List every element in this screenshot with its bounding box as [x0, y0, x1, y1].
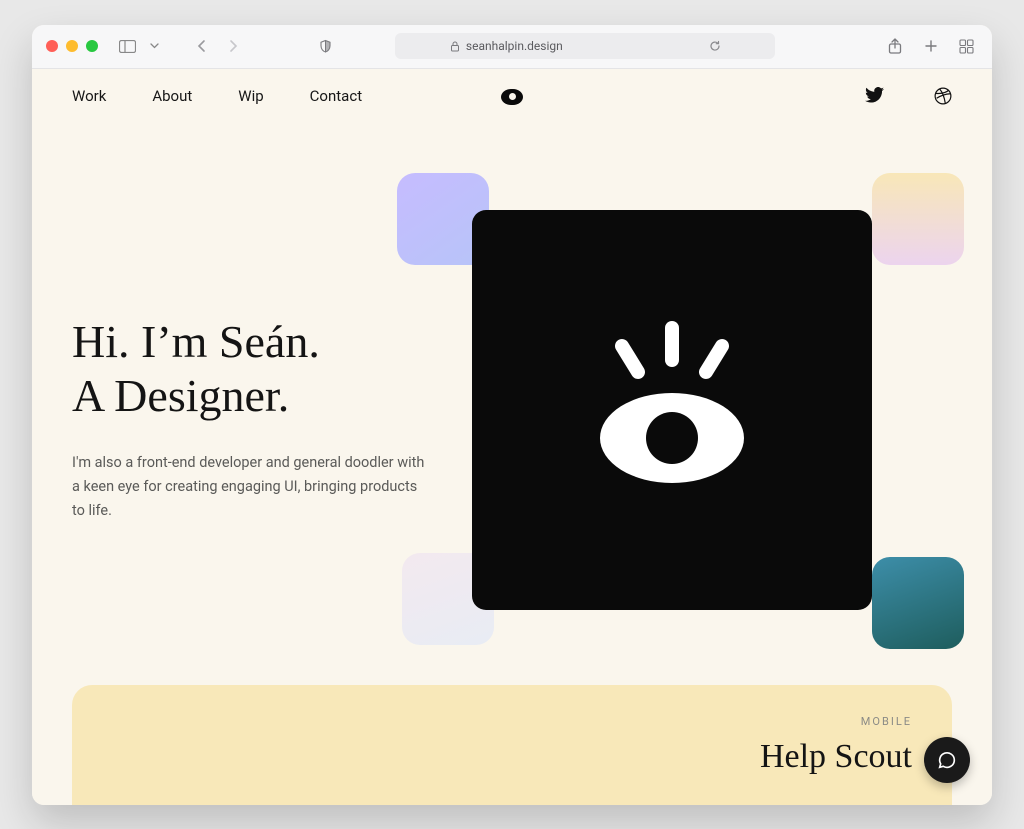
privacy-report-icon[interactable]	[314, 35, 336, 57]
hero-title-line-1: Hi. I’m Seán.	[72, 316, 320, 367]
new-tab-icon[interactable]	[920, 35, 942, 57]
url-text: seanhalpin.design	[466, 39, 563, 53]
tab-overview-icon[interactable]	[956, 35, 978, 57]
eye-illustration-icon	[562, 310, 782, 510]
page-content: Work About Wip Contact Hi. I’m Seán. A D…	[32, 69, 992, 805]
hero-feature-card	[472, 210, 872, 610]
browser-toolbar: seanhalpin.design	[32, 25, 992, 69]
sidebar-toggle-icon[interactable]	[116, 35, 138, 57]
back-button[interactable]	[190, 35, 212, 57]
twitter-icon[interactable]	[865, 87, 884, 105]
chat-icon	[936, 749, 958, 771]
refresh-icon[interactable]	[709, 40, 721, 52]
decor-blob-teal	[872, 557, 964, 649]
nav-link-work[interactable]: Work	[72, 87, 106, 105]
project-tag: MOBILE	[112, 715, 912, 728]
nav-link-contact[interactable]: Contact	[310, 87, 362, 105]
hero-section: Hi. I’m Seán. A Designer. I'm also a fro…	[32, 105, 992, 665]
nav-link-wip[interactable]: Wip	[238, 87, 263, 105]
address-bar[interactable]: seanhalpin.design	[395, 33, 775, 59]
project-title: Help Scout	[112, 738, 912, 776]
logo-eye-icon[interactable]	[501, 89, 523, 105]
window-controls	[46, 40, 98, 52]
hero-title-line-2: A Designer.	[72, 370, 289, 421]
browser-window: seanhalpin.design Work About Wip Contact	[32, 25, 992, 805]
site-nav: Work About Wip Contact	[32, 69, 992, 105]
lock-icon	[450, 41, 460, 52]
chevron-down-icon[interactable]	[148, 35, 160, 57]
nav-link-about[interactable]: About	[152, 87, 192, 105]
hero-title: Hi. I’m Seán. A Designer.	[72, 315, 462, 424]
close-window-button[interactable]	[46, 40, 58, 52]
share-icon[interactable]	[884, 35, 906, 57]
chat-widget-button[interactable]	[924, 737, 970, 783]
hero-subtitle: I'm also a front-end developer and gener…	[72, 451, 432, 523]
dribbble-icon[interactable]	[934, 87, 952, 105]
decor-blob-peach	[872, 173, 964, 265]
minimize-window-button[interactable]	[66, 40, 78, 52]
zoom-window-button[interactable]	[86, 40, 98, 52]
forward-button[interactable]	[222, 35, 244, 57]
project-card[interactable]: MOBILE Help Scout	[72, 685, 952, 805]
